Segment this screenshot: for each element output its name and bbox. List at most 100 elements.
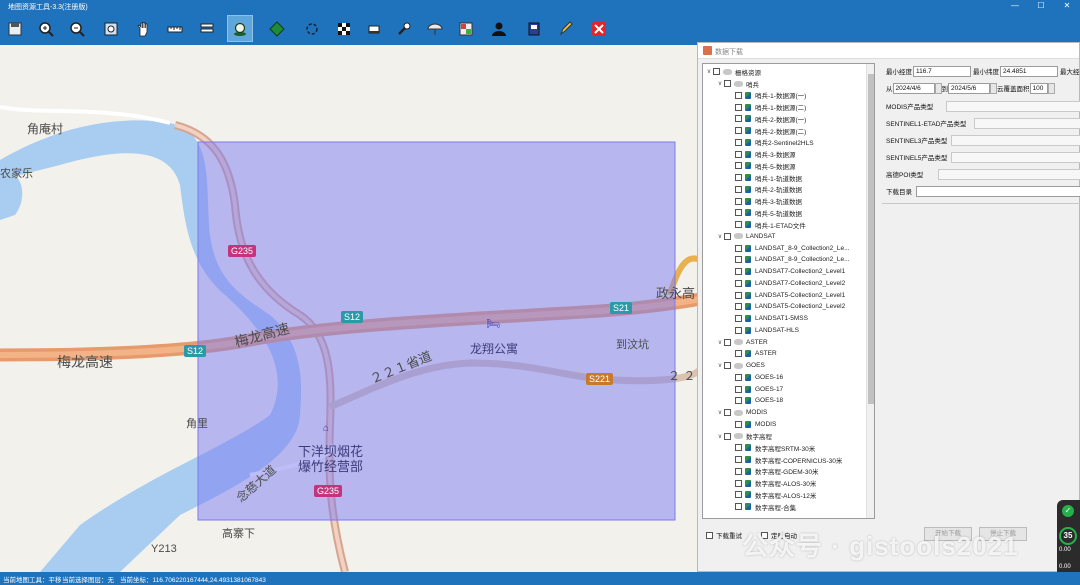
retry-checkbox-row[interactable]: 下载重试 bbox=[706, 530, 742, 540]
tree-item[interactable]: 数字高程-ALOS-30米 bbox=[727, 477, 816, 489]
tree-checkbox[interactable] bbox=[735, 444, 742, 452]
network-monitor-widget[interactable]: ✓ 35 0.00 0.00 bbox=[1057, 500, 1080, 582]
tree-item[interactable]: 哨兵2-Sentinel2HLS bbox=[727, 137, 814, 149]
tree-checkbox[interactable] bbox=[735, 315, 742, 323]
tree-folder[interactable]: ∨ GOES bbox=[716, 360, 765, 372]
dir-input[interactable] bbox=[916, 185, 1080, 197]
tree-checkbox[interactable] bbox=[724, 432, 731, 440]
tree-checkbox[interactable] bbox=[735, 491, 742, 499]
tree-folder[interactable]: ∨ ASTER bbox=[716, 336, 768, 348]
tree-checkbox[interactable] bbox=[735, 373, 742, 381]
etad-select[interactable] bbox=[974, 117, 1080, 129]
chevron-down-icon[interactable]: ∨ bbox=[716, 80, 724, 87]
zoom-in-button[interactable] bbox=[33, 15, 59, 42]
tree-checkbox[interactable] bbox=[724, 338, 731, 346]
tree-item[interactable]: 哨兵-1-ETAD文件 bbox=[727, 219, 806, 231]
tree-item[interactable]: 哨兵-2-数据源(一) bbox=[727, 113, 806, 125]
tree-item[interactable]: LANDSAT7-Collection2_Level2 bbox=[727, 278, 845, 290]
tree-item[interactable]: 哨兵-1-轨道数据 bbox=[727, 172, 802, 184]
tree-checkbox[interactable] bbox=[724, 232, 731, 240]
retry-checkbox[interactable] bbox=[706, 531, 713, 539]
tree-item[interactable]: 数字高程-COPERNICUS-30米 bbox=[727, 454, 842, 466]
tree-item[interactable]: 数字高程SRTM-30米 bbox=[727, 442, 815, 454]
modis-select[interactable] bbox=[946, 100, 1080, 112]
tree-checkbox[interactable] bbox=[735, 420, 742, 428]
tree-folder[interactable]: ∨ 哨兵 bbox=[716, 78, 759, 90]
grid-button[interactable] bbox=[331, 15, 357, 42]
wrench-button[interactable] bbox=[391, 15, 417, 42]
to-date-input[interactable]: 2024/5/6 bbox=[948, 82, 990, 94]
from-date-spinner[interactable] bbox=[934, 82, 942, 94]
tree-checkbox[interactable] bbox=[735, 115, 742, 123]
info-button[interactable] bbox=[521, 15, 547, 42]
tree-checkbox[interactable] bbox=[735, 138, 742, 146]
tree-item[interactable]: LANDSAT7-Collection2_Level1 bbox=[727, 266, 845, 278]
resource-tree[interactable]: ∨ 栅格资源 ∨ 哨兵 哨兵-1-数据源(一) 哨兵-1-数据源(二) 哨兵-2-数据源(一… bbox=[702, 63, 875, 519]
tree-item[interactable]: 哨兵-1-数据源(二) bbox=[727, 101, 806, 113]
from-date-input[interactable]: 2024/4/6 bbox=[892, 82, 935, 94]
tree-checkbox[interactable] bbox=[735, 174, 742, 182]
tree-checkbox[interactable] bbox=[735, 103, 742, 111]
tree-item[interactable]: LANDSAT5-Collection2_Level1 bbox=[727, 289, 845, 301]
poi-select[interactable] bbox=[938, 168, 1080, 180]
min-lon-input[interactable]: 116.7 bbox=[913, 65, 971, 77]
full-extent-button[interactable] bbox=[98, 15, 124, 42]
tree-checkbox[interactable] bbox=[735, 479, 742, 487]
tree-item[interactable]: 哨兵-3-数据源 bbox=[727, 148, 795, 160]
tree-item[interactable]: GOES-16 bbox=[727, 372, 783, 384]
eraser-button[interactable] bbox=[361, 15, 387, 42]
tree-item[interactable]: LANDSAT-HLS bbox=[727, 325, 799, 337]
tree-item[interactable]: 哨兵-5-数据源 bbox=[727, 160, 795, 172]
tree-checkbox[interactable] bbox=[735, 209, 742, 217]
cloud-input[interactable]: 100 bbox=[1029, 82, 1048, 94]
tree-checkbox[interactable] bbox=[735, 244, 742, 252]
tree-item[interactable]: LANDSAT1-5MSS bbox=[727, 313, 808, 325]
scrollbar-thumb[interactable] bbox=[868, 74, 874, 404]
cloud-spinner[interactable] bbox=[1047, 82, 1055, 94]
tree-item[interactable]: 数字高程-ALOS-12米 bbox=[727, 489, 816, 501]
place-button[interactable] bbox=[227, 15, 253, 42]
tree-checkbox[interactable] bbox=[735, 326, 742, 334]
tree-checkbox[interactable] bbox=[735, 127, 742, 135]
chevron-down-icon[interactable]: ∨ bbox=[716, 339, 724, 346]
tree-item[interactable]: 哨兵-5-轨道数据 bbox=[727, 207, 802, 219]
tiles-button[interactable] bbox=[453, 15, 479, 42]
tree-checkbox[interactable] bbox=[735, 291, 742, 299]
tree-item[interactable]: GOES-17 bbox=[727, 383, 783, 395]
chevron-down-icon[interactable]: ∨ bbox=[716, 409, 724, 416]
tree-checkbox[interactable] bbox=[735, 256, 742, 264]
tree-checkbox[interactable] bbox=[724, 362, 731, 370]
tree-checkbox[interactable] bbox=[735, 456, 742, 464]
maximize-button[interactable]: ☐ bbox=[1030, 0, 1052, 13]
exit-button[interactable] bbox=[586, 15, 612, 42]
tree-item[interactable]: LANDSAT_8-9_Collection2_Le... bbox=[727, 254, 850, 266]
tree-checkbox[interactable] bbox=[724, 409, 731, 417]
tree-checkbox[interactable] bbox=[735, 503, 742, 511]
tree-checkbox[interactable] bbox=[735, 221, 742, 229]
tree-item[interactable]: 哨兵-3-轨道数据 bbox=[727, 195, 802, 207]
s5-select[interactable] bbox=[951, 151, 1080, 163]
tree-item[interactable]: 哨兵-1-数据源(一) bbox=[727, 90, 806, 102]
tree-checkbox[interactable] bbox=[735, 385, 742, 393]
chevron-down-icon[interactable]: ∨ bbox=[716, 433, 724, 440]
zoom-out-button[interactable] bbox=[64, 15, 90, 42]
chevron-down-icon[interactable]: ∨ bbox=[716, 233, 724, 240]
tree-item[interactable]: 哨兵-2-数据源(二) bbox=[727, 125, 806, 137]
refresh-button[interactable] bbox=[299, 15, 325, 42]
s3-select[interactable] bbox=[951, 134, 1080, 146]
tree-folder[interactable]: ∨ MODIS bbox=[716, 407, 767, 419]
tree-item[interactable]: 数字高程-GDEM-30米 bbox=[727, 466, 819, 478]
tree-item[interactable]: MODIS bbox=[727, 419, 776, 431]
tree-folder[interactable]: ∨ LANDSAT bbox=[716, 231, 776, 243]
tree-checkbox[interactable] bbox=[735, 150, 742, 158]
close-window-button[interactable]: ✕ bbox=[1056, 0, 1078, 13]
pencil-button[interactable] bbox=[553, 15, 579, 42]
tree-item[interactable]: ASTER bbox=[727, 348, 777, 360]
tree-checkbox[interactable] bbox=[735, 185, 742, 193]
tree-checkbox[interactable] bbox=[735, 162, 742, 170]
tree-item[interactable]: 哨兵-2-轨道数据 bbox=[727, 184, 802, 196]
measure-button[interactable] bbox=[162, 15, 188, 42]
min-lat-input[interactable]: 24.4851 bbox=[1000, 65, 1058, 77]
tree-checkbox[interactable] bbox=[724, 80, 731, 88]
save-button[interactable] bbox=[2, 15, 28, 42]
